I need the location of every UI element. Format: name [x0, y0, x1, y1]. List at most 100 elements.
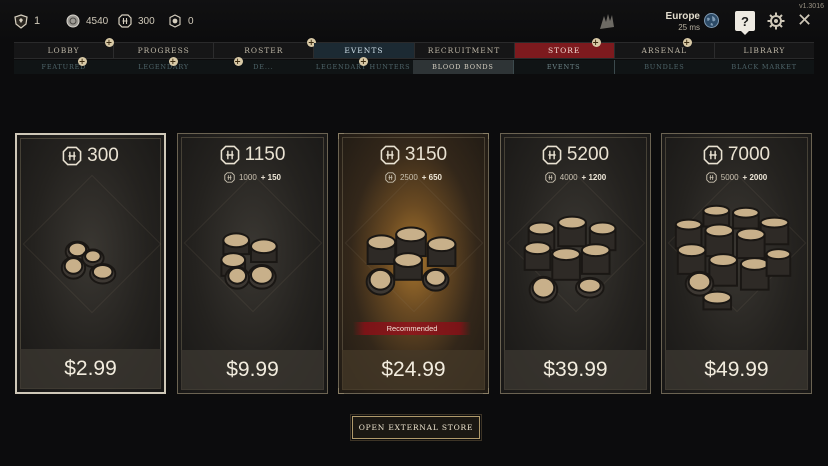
- tab-arsenal[interactable]: ARSENAL +: [615, 38, 715, 58]
- tab-label: ARSENAL: [641, 46, 688, 55]
- store-sub-navigation: FEATURED + LEGENDARY + DE... + LEGENDARY…: [14, 56, 814, 74]
- player-level: 1: [14, 13, 40, 29]
- shield-icon: [14, 13, 28, 29]
- region-ping: 25 ms: [678, 23, 700, 32]
- blood-bond-icon: [118, 14, 132, 28]
- subtab-label: EVENTS: [546, 63, 581, 71]
- silver-value: 4540: [86, 15, 109, 27]
- token-value: 0: [188, 15, 194, 27]
- tab-library[interactable]: LIBRARY: [715, 43, 814, 58]
- silver-currency: 4540: [66, 13, 108, 29]
- offer-amount-value: 7000: [727, 144, 771, 165]
- coin-pile-icon: [60, 240, 117, 285]
- blood-bonds-currency: 300: [118, 13, 155, 29]
- offer-base-amount: 4000: [559, 173, 578, 182]
- top-bar: 1 4540 300 0 Europe 25 ms ? ✕ v1.3016: [0, 0, 828, 42]
- gear-icon[interactable]: [767, 12, 785, 30]
- coin-pile-icon: [523, 215, 617, 304]
- offer-base-amount: 2500: [399, 173, 418, 182]
- region-name: Europe: [665, 11, 700, 22]
- blood-bond-icon: [706, 172, 717, 183]
- blood-bond-icon: [220, 145, 239, 165]
- tab-label: STORE: [547, 46, 581, 55]
- blood-bond-icon: [224, 172, 235, 183]
- tab-store[interactable]: STORE +: [514, 38, 615, 58]
- offer-card-3150[interactable]: 3150 2500 + 650 Recommended $24.99: [338, 133, 489, 394]
- help-label: ?: [741, 13, 749, 29]
- subtab-label: BLOOD BONDS: [432, 63, 494, 71]
- offer-amount-value: 5200: [566, 144, 610, 165]
- version-label: v1.3016: [799, 3, 824, 10]
- silver-coin-icon: [66, 14, 80, 28]
- subtab-events[interactable]: EVENTS: [512, 60, 615, 74]
- offer-bonus-amount: + 1200: [581, 173, 607, 182]
- tab-progress[interactable]: PROGRESS: [114, 43, 215, 58]
- subtab-bundles[interactable]: BUNDLES: [615, 60, 715, 74]
- offer-amount: 5200: [501, 144, 650, 166]
- help-button[interactable]: ?: [735, 11, 755, 35]
- frame-corner: [338, 388, 344, 394]
- tab-recruitment[interactable]: RECRUITMENT: [415, 43, 515, 58]
- offer-card-300[interactable]: 300 $2.99: [15, 133, 166, 394]
- blood-bond-icon: [542, 145, 562, 165]
- recommended-ribbon: Recommended: [353, 322, 471, 335]
- new-indicator-icon: +: [682, 37, 692, 47]
- token-currency: 0: [168, 13, 194, 29]
- offer-card-5200[interactable]: 5200 4000 + 1200 $39.99: [500, 133, 651, 394]
- open-external-store-button[interactable]: OPEN EXTERNAL STORE: [350, 414, 482, 441]
- offer-card-1150[interactable]: 1150 1000 + 150 $9.99: [177, 133, 328, 394]
- offer-base-amount: 5000: [720, 173, 739, 182]
- offer-bonus-amount: + 2000: [742, 173, 768, 182]
- offer-amount: 300: [17, 145, 164, 167]
- offer-amount: 3150: [339, 144, 488, 166]
- blood-bonds-value: 300: [138, 15, 155, 27]
- frame-corner: [483, 133, 489, 139]
- offer-amount: 7000: [662, 144, 811, 166]
- subtab-label: BUNDLES: [644, 63, 685, 71]
- server-region[interactable]: Europe 25 ms: [654, 11, 700, 32]
- subtab-deals[interactable]: DE... +: [214, 56, 314, 74]
- tab-label: LIBRARY: [743, 46, 786, 55]
- frame-corner: [483, 388, 489, 394]
- offer-amount: 1150: [178, 144, 327, 166]
- subtab-legendary-hunters[interactable]: LEGENDARY HUNTERS +: [313, 56, 413, 74]
- coin-pile-icon: [220, 232, 278, 290]
- new-indicator-icon: +: [233, 56, 243, 66]
- level-value: 1: [34, 15, 41, 27]
- offer-amount-value: 3150: [404, 144, 448, 165]
- tab-lobby[interactable]: LOBBY +: [14, 38, 115, 58]
- blood-bond-icon: [380, 145, 400, 165]
- coin-pile-icon: [674, 204, 792, 311]
- subtab-label: LEGENDARY: [138, 63, 190, 71]
- subtab-black-market[interactable]: BLACK MARKET: [714, 60, 814, 74]
- offer-price: $49.99: [665, 350, 808, 390]
- subtab-legendary[interactable]: LEGENDARY +: [114, 56, 214, 74]
- new-indicator-icon: +: [105, 37, 114, 47]
- gear-token-icon: [169, 14, 181, 28]
- tab-label: RECRUITMENT: [427, 46, 501, 55]
- tab-label: ROSTER: [244, 46, 284, 55]
- globe-icon[interactable]: [703, 12, 720, 29]
- open-external-store-label: OPEN EXTERNAL STORE: [358, 423, 474, 432]
- offer-card-7000[interactable]: 7000 5000 + 2000 $49.99: [661, 133, 812, 394]
- tab-label: PROGRESS: [137, 46, 190, 55]
- new-indicator-icon: +: [359, 56, 369, 66]
- blood-bond-icon: [545, 172, 556, 183]
- offer-amount-value: 300: [87, 145, 119, 166]
- offer-base-amount: 1000: [238, 173, 257, 182]
- offer-price: $24.99: [342, 350, 485, 390]
- close-icon[interactable]: ✕: [797, 11, 812, 29]
- new-indicator-icon: +: [168, 56, 178, 66]
- offer-breakdown: 2500 + 650: [339, 172, 488, 183]
- offer-price: $2.99: [20, 349, 161, 389]
- subtab-blood-bonds[interactable]: BLOOD BONDS: [413, 60, 513, 74]
- offer-bonus-amount: + 150: [260, 173, 282, 182]
- tab-roster[interactable]: ROSTER +: [214, 38, 317, 58]
- offer-breakdown: 5000 + 2000: [662, 172, 811, 183]
- offer-breakdown: 4000 + 1200: [501, 172, 650, 183]
- subtab-featured[interactable]: FEATURED +: [14, 57, 114, 74]
- blood-bond-icon: [62, 146, 82, 166]
- frame-corner: [338, 133, 344, 139]
- offer-breakdown: 1000 + 150: [178, 172, 327, 183]
- blood-bond-icon: [385, 172, 396, 183]
